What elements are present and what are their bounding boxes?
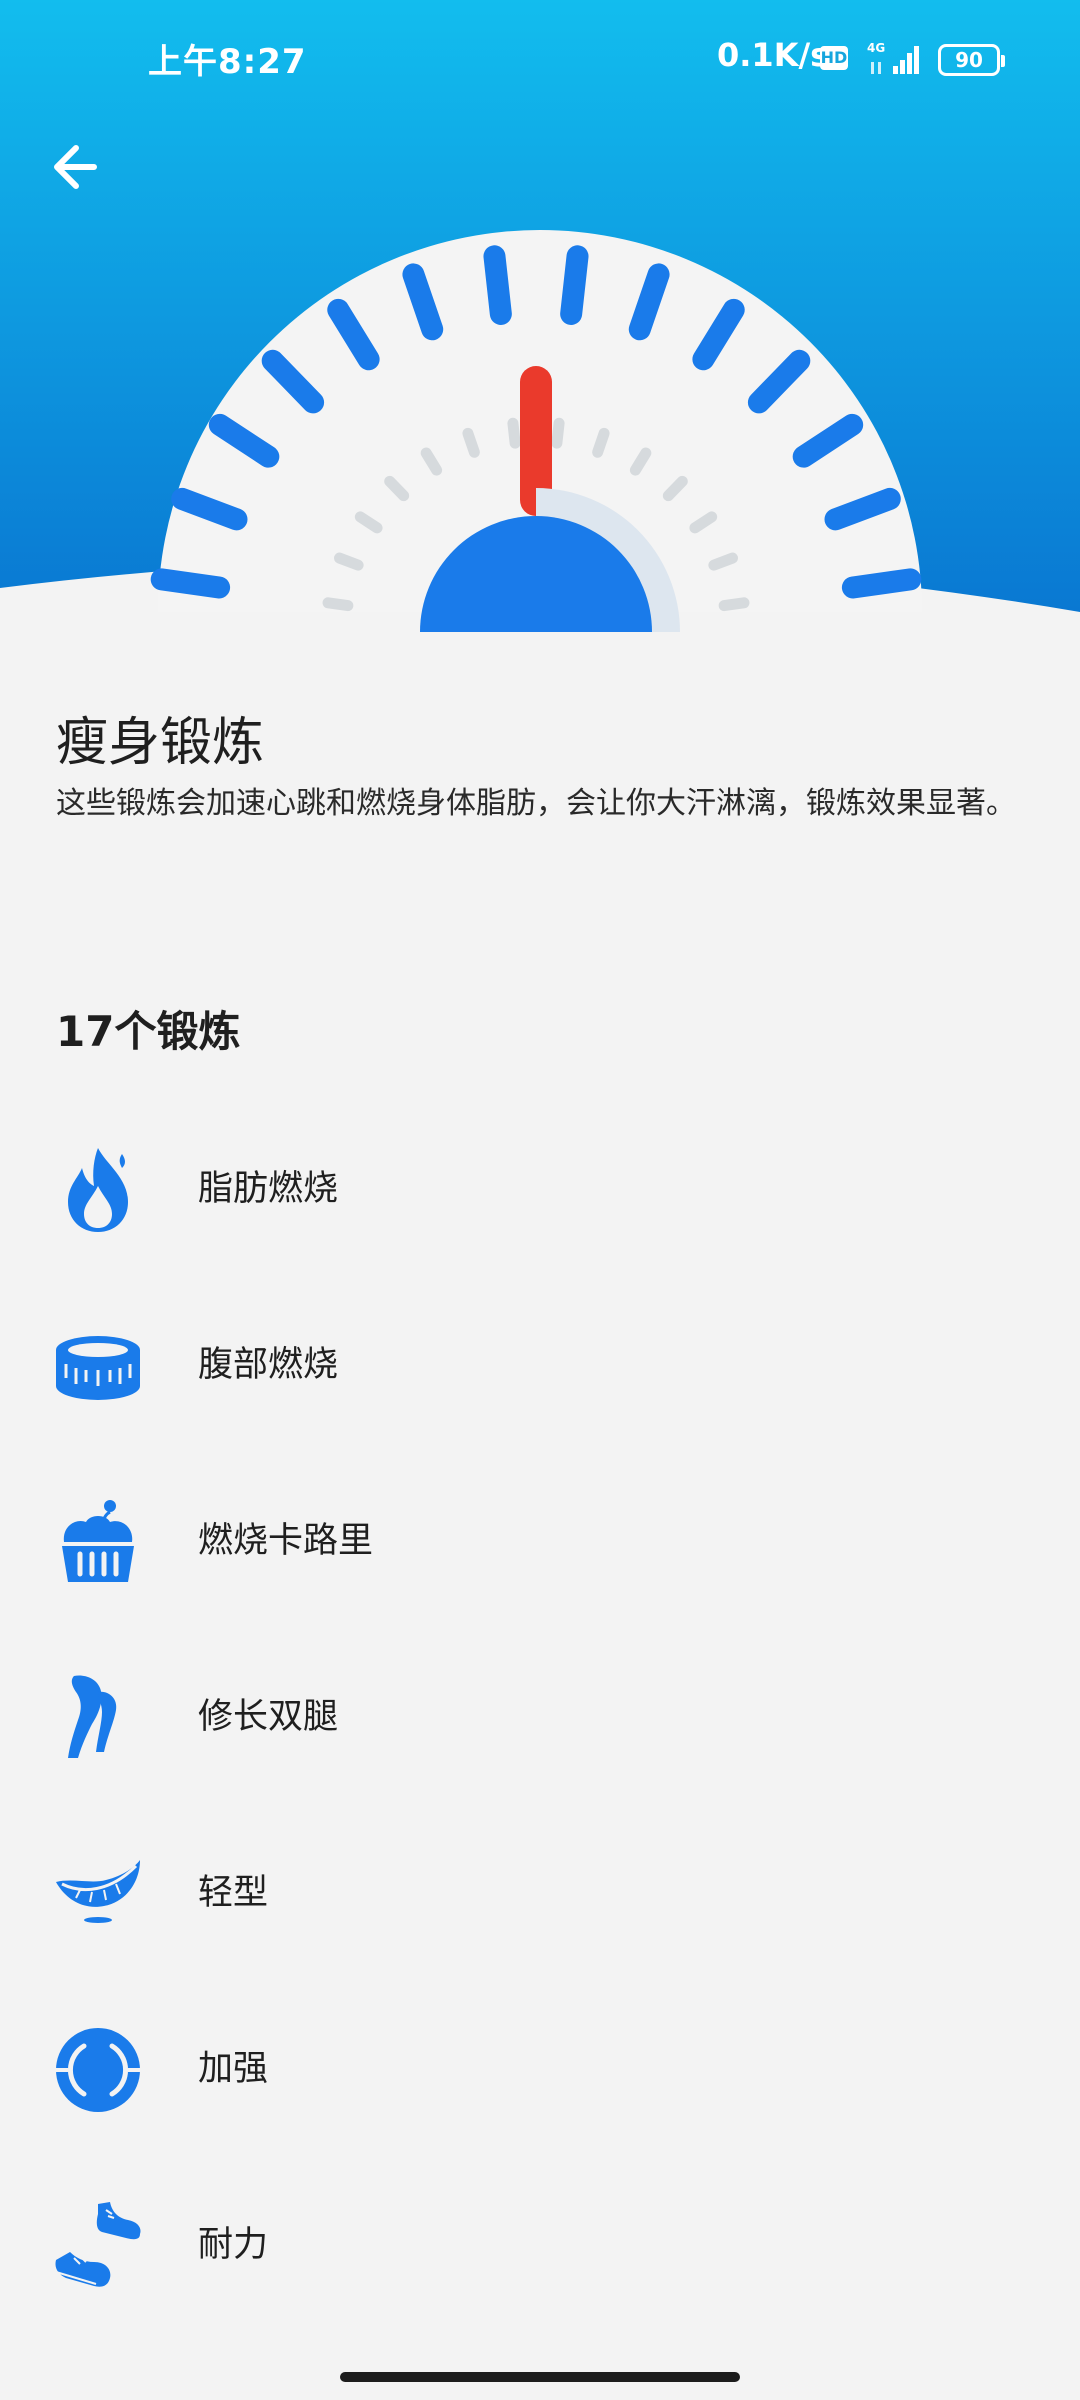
gauge-tick-minor <box>507 417 521 449</box>
gauge-tick-minor <box>462 427 480 458</box>
workout-label: 燃烧卡路里 <box>198 1521 374 1561</box>
gauge-tick <box>841 568 922 599</box>
flame-drop-icon <box>68 1148 128 1232</box>
workout-list: 脂肪燃烧 腹部燃烧 燃烧卡路里 修长双腿 轻型 加强 耐力 <box>0 1100 1080 2332</box>
tape-measure-icon <box>56 1336 140 1400</box>
workout-label: 加强 <box>198 2049 269 2089</box>
workout-label: 修长双腿 <box>198 1697 339 1737</box>
home-indicator[interactable] <box>340 2372 740 2382</box>
workout-label: 轻型 <box>198 1873 269 1913</box>
workout-item-belly-burn[interactable]: 腹部燃烧 <box>0 1276 1080 1452</box>
gauge-tick-minor <box>551 417 565 449</box>
gauge-tick <box>483 245 512 325</box>
cupcake-icon <box>62 1500 134 1582</box>
sneakers-icon <box>55 2202 141 2287</box>
gauge-tick-minor <box>592 427 610 458</box>
gauge-tick-minor <box>708 552 739 571</box>
workout-count-heading: 17个锻炼 <box>56 1007 241 1056</box>
target-circle-icon <box>56 2028 140 2112</box>
legs-icon <box>68 1675 117 1758</box>
workout-item-endurance[interactable]: 耐力 <box>0 2156 1080 2332</box>
intensity-gauge-icon <box>150 230 922 632</box>
workout-item-intense[interactable]: 加强 <box>0 1980 1080 2156</box>
gauge-tick <box>150 568 231 599</box>
gauge-tick-minor <box>322 597 354 612</box>
feather-icon <box>56 1860 140 1923</box>
workout-label: 耐力 <box>198 2225 269 2265</box>
workout-item-fat-burn[interactable]: 脂肪燃烧 <box>0 1100 1080 1276</box>
workout-label: 腹部燃烧 <box>198 1345 339 1385</box>
gauge-tick <box>560 245 589 325</box>
workout-item-calorie-burn[interactable]: 燃烧卡路里 <box>0 1452 1080 1628</box>
gauge-tick-minor <box>333 552 364 571</box>
page-description: 这些锻炼会加速心跳和燃烧身体脂肪，会让你大汗淋漓，锻炼效果显著。 <box>56 786 1016 821</box>
workout-item-slim-legs[interactable]: 修长双腿 <box>0 1628 1080 1804</box>
gauge-tick-minor <box>718 597 750 612</box>
page-title: 瘦身锻炼 <box>56 713 265 773</box>
workout-label: 脂肪燃烧 <box>198 1169 339 1209</box>
workout-item-light[interactable]: 轻型 <box>0 1804 1080 1980</box>
